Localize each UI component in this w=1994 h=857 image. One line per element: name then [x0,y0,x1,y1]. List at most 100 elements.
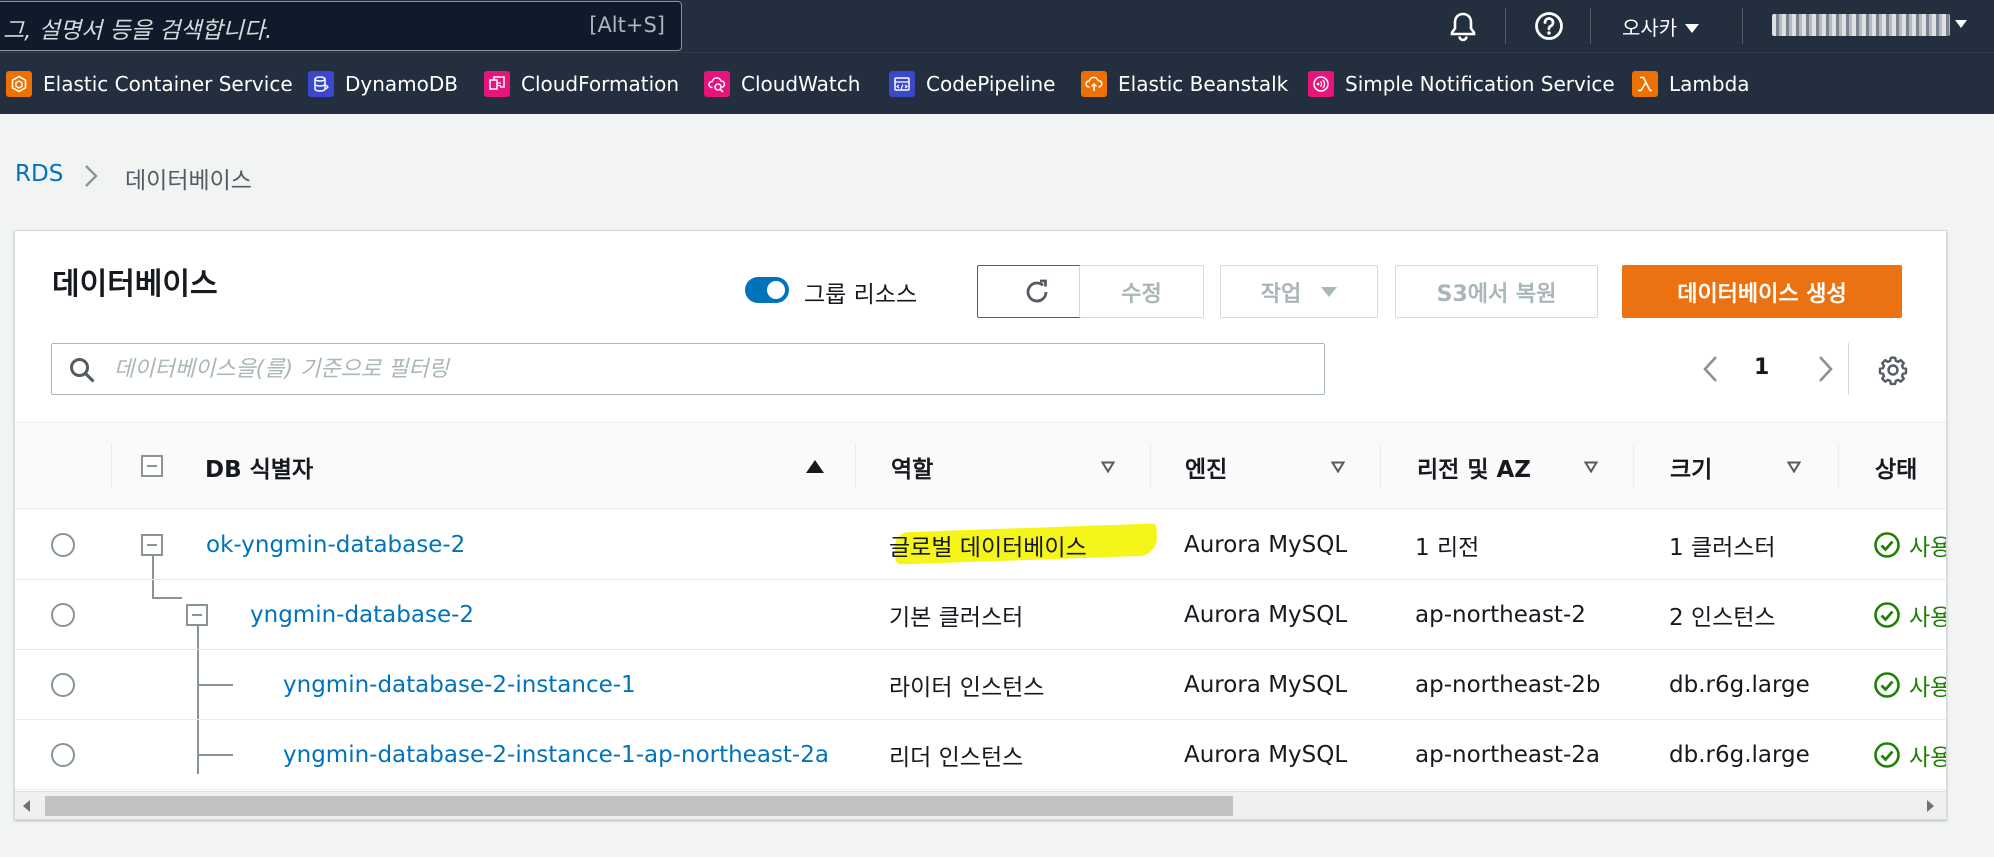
column-divider [1633,443,1634,489]
caret-down-icon [1321,286,1338,297]
check-circle-icon [1874,742,1900,768]
chevron-right-icon[interactable] [1813,353,1837,385]
engine-cell: Aurora MySQL [1184,672,1348,698]
elastic-beanstalk-icon [1081,71,1107,97]
db-identifier-link[interactable]: yngmin-database-2-instance-1 [283,672,636,698]
favorite-ecs[interactable]: Elastic Container Service [6,53,293,115]
group-resources-label: 그룹 리소스 [804,282,918,308]
column-engine[interactable]: 엔진 [1185,423,1227,510]
restore-from-s3-button[interactable]: S3에서 복원 [1395,265,1598,318]
dynamodb-icon [308,71,334,97]
row-select-radio[interactable] [51,533,75,557]
create-database-button[interactable]: 데이터베이스 생성 [1622,265,1902,318]
favorite-codepipeline[interactable]: CodePipeline [889,53,1055,115]
favorite-dynamodb[interactable]: DynamoDB [308,53,458,115]
size-cell: 1 클러스터 [1669,535,1776,561]
column-divider [1380,443,1381,489]
sort-descending-icon[interactable] [1101,461,1115,473]
refresh-icon [1026,279,1048,302]
db-identifier-link[interactable]: yngmin-database-2-instance-1-ap-northeas… [283,742,829,768]
table-row[interactable]: ok-yngmin-database-2 글로벌 데이터베이스 Aurora M… [15,510,1946,580]
favorite-cloudwatch[interactable]: CloudWatch [704,53,860,115]
current-page[interactable]: 1 [1754,355,1769,380]
table-row[interactable]: yngmin-database-2 기본 클러스터 Aurora MySQL a… [15,580,1946,650]
sort-ascending-icon[interactable] [806,460,824,473]
group-resources-toggle[interactable] [745,277,789,303]
search-placeholder: 그, 설명서 등을 검색합니다. [3,18,273,44]
engine-cell: Aurora MySQL [1184,602,1348,628]
favorite-label: CloudWatch [741,72,861,96]
cloudwatch-icon [704,71,730,97]
column-db-identifier[interactable]: DB 식별자 [205,423,313,510]
chevron-left-icon[interactable] [1699,353,1723,385]
region-selector[interactable]: 오사카 [1622,12,1700,41]
gear-icon[interactable] [1877,354,1909,386]
table-row[interactable]: yngmin-database-2-instance-1-ap-northeas… [15,720,1946,790]
breadcrumb-current: 데이터베이스 [125,168,252,194]
breadcrumb-rds[interactable]: RDS [15,161,63,187]
favorite-label: Lambda [1669,72,1750,96]
scroll-right-icon[interactable] [1927,800,1934,812]
status-text: 사용 [1909,675,1946,701]
status-badge: 사용 [1873,580,1946,650]
help-icon[interactable] [1533,10,1565,42]
bell-icon[interactable] [1447,10,1479,42]
actions-button-label: 작업 [1260,281,1302,307]
region-cell: 1 리전 [1415,535,1480,561]
column-divider [1150,443,1151,489]
pager-divider [1848,343,1849,395]
check-circle-icon [1874,602,1900,628]
account-menu[interactable] [1772,14,1950,36]
row-select-radio[interactable] [51,743,75,767]
favorite-elastic-beanstalk[interactable]: Elastic Beanstalk [1081,53,1288,115]
sns-icon [1308,71,1334,97]
scroll-left-icon[interactable] [23,800,30,812]
actions-button[interactable]: 작업 [1220,265,1378,318]
favorite-lambda[interactable]: Lambda [1632,53,1750,115]
status-text: 사용 [1909,745,1946,771]
status-badge: 사용 [1873,650,1946,720]
sort-descending-icon[interactable] [1584,461,1598,473]
role-cell: 글로벌 데이터베이스 [889,535,1087,561]
modify-button[interactable]: 수정 [1079,265,1204,318]
size-cell: 2 인스턴스 [1669,605,1776,631]
column-divider [1838,443,1839,489]
role-cell: 기본 클러스터 [889,605,1024,631]
filter-databases-input[interactable] [51,343,1325,395]
collapse-all-icon[interactable] [141,455,163,477]
favorite-sns[interactable]: Simple Notification Service [1308,53,1615,115]
favorites-bar: Elastic Container Service DynamoDB Cloud… [0,52,1994,114]
region-cell: ap-northeast-2b [1415,672,1601,698]
ecs-icon [6,71,32,97]
favorite-cloudformation[interactable]: CloudFormation [484,53,679,115]
row-select-radio[interactable] [51,603,75,627]
search-shortcut: [Alt+S] [589,13,665,37]
table-row[interactable]: yngmin-database-2-instance-1 라이터 인스턴스 Au… [15,650,1946,720]
global-search-input[interactable]: 그, 설명서 등을 검색합니다. [Alt+S] [0,1,682,51]
filter-text[interactable] [114,354,1294,384]
row-select-radio[interactable] [51,673,75,697]
status-badge: 사용 [1873,720,1946,790]
sort-descending-icon[interactable] [1787,461,1801,473]
column-size[interactable]: 크기 [1670,423,1712,510]
column-divider [111,443,112,489]
favorite-label: Elastic Beanstalk [1118,72,1289,96]
restore-button-label: S3에서 복원 [1436,281,1557,307]
db-identifier-link[interactable]: yngmin-database-2 [250,602,474,628]
collapse-row-icon[interactable] [141,534,163,556]
column-role[interactable]: 역할 [891,423,933,510]
column-status[interactable]: 상태 [1875,423,1917,510]
sort-descending-icon[interactable] [1331,461,1345,473]
horizontal-scrollbar[interactable] [15,791,1946,819]
db-identifier-link[interactable]: ok-yngmin-database-2 [206,532,465,558]
engine-cell: Aurora MySQL [1184,532,1348,558]
table-header: DB 식별자 역할 엔진 리전 및 AZ 크기 상태 [15,422,1946,510]
check-circle-icon [1874,532,1900,558]
column-region-az[interactable]: 리전 및 AZ [1417,423,1531,510]
engine-cell: Aurora MySQL [1184,742,1348,768]
modify-button-label: 수정 [1121,281,1162,307]
scrollbar-thumb[interactable] [45,796,1233,816]
topbar-divider [1742,8,1743,44]
collapse-row-icon[interactable] [186,604,208,626]
favorite-label: Simple Notification Service [1345,72,1615,96]
